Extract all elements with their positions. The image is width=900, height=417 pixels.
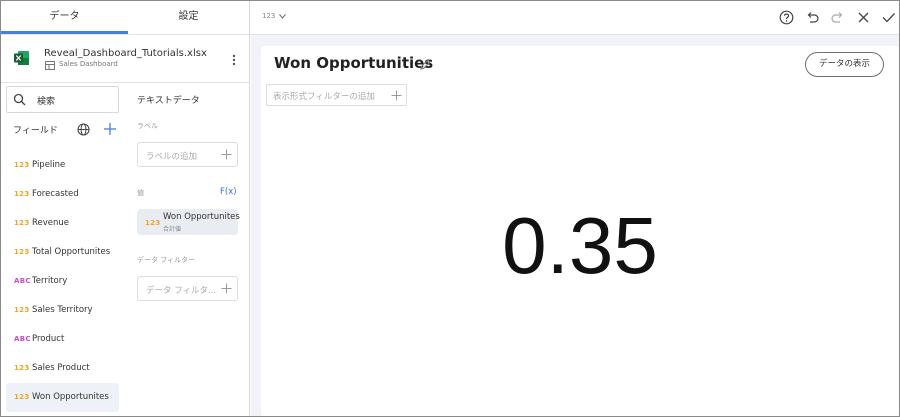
dashboard-name: Sales Dashboard: [59, 60, 118, 68]
dashboard-icon: [45, 61, 55, 70]
plus-icon: [221, 149, 232, 160]
chevron-down-icon: [278, 13, 286, 19]
field-label: Territory: [32, 276, 68, 286]
field-label: Total Opportunites: [32, 247, 111, 257]
check-icon[interactable]: [881, 10, 896, 25]
field-label: Revenue: [32, 218, 70, 228]
editor-sidebar: データ 設定 Reveal_Dashboard_Tutorials.xlsx S…: [1, 1, 250, 416]
plus-icon: [391, 90, 402, 101]
number-type-icon: 123: [14, 306, 30, 314]
field-label: Sales Product: [32, 363, 90, 373]
pencil-icon[interactable]: [419, 58, 432, 71]
add-field-icon[interactable]: [103, 122, 117, 136]
plus-icon: [221, 283, 232, 294]
help-icon[interactable]: [779, 10, 794, 25]
field-item-won-opportunites[interactable]: 123 Won Opportunites: [6, 383, 119, 412]
field-label: Product: [32, 334, 65, 344]
data-filter-placeholder: データ フィルタ...: [146, 286, 217, 296]
field-label: Sales Territory: [32, 305, 93, 315]
text-type-icon: ABC: [14, 335, 31, 343]
field-item-product[interactable]: ABC Product: [6, 325, 119, 354]
undo-icon[interactable]: [805, 10, 820, 25]
number-type-icon: 123: [14, 248, 30, 256]
number-type-icon: 123: [14, 219, 30, 227]
number-type-icon: 123: [145, 219, 161, 227]
value-field-chip[interactable]: 123 Won Opportunites 合計値: [137, 209, 240, 235]
file-name: Reveal_Dashboard_Tutorials.xlsx: [44, 48, 207, 59]
field-list: 123 Pipeline 123 Forecasted 123 Revenue …: [6, 151, 119, 412]
visual-filter-placeholder: 表示形式フィルターの追加: [273, 92, 375, 102]
sidebar-tabs: データ 設定: [1, 1, 249, 35]
label-dropzone[interactable]: ラベルの追加: [137, 142, 238, 167]
formula-button[interactable]: F(x): [220, 187, 237, 197]
field-item-sales-product[interactable]: 123 Sales Product: [6, 354, 119, 383]
add-visual-filter-button[interactable]: 表示形式フィルターの追加: [266, 84, 407, 106]
widget-preview: Won Opportunities データの表示 表示形式フィルターの追加 0.…: [261, 46, 899, 416]
filter-section-title: データ フィルター: [137, 256, 196, 264]
field-item-territory[interactable]: ABC Territory: [6, 267, 119, 296]
fields-heading: フィールド: [13, 126, 58, 136]
close-icon[interactable]: [856, 10, 871, 25]
field-item-forecasted[interactable]: 123 Forecasted: [6, 180, 119, 209]
field-label: Forecasted: [32, 189, 79, 199]
tab-settings[interactable]: 設定: [128, 1, 249, 35]
field-item-pipeline[interactable]: 123 Pipeline: [6, 151, 119, 180]
visualization-selector[interactable]: 123: [262, 12, 286, 20]
search-icon: [13, 93, 26, 106]
globe-icon[interactable]: [77, 123, 90, 136]
value-aggregation: 合計値: [163, 226, 182, 233]
kebab-icon[interactable]: [229, 53, 239, 67]
kpi-value: 0.35: [502, 201, 658, 290]
show-data-button[interactable]: データの表示: [805, 52, 884, 77]
number-type-icon: 123: [14, 161, 30, 169]
visualization-config: テキストデータ ラベル ラベルの追加 値 F(x) 123 Won Opport…: [137, 83, 249, 413]
field-label: Won Opportunites: [32, 392, 109, 402]
label-section-title: ラベル: [137, 122, 158, 130]
config-title: テキストデータ: [137, 96, 200, 106]
field-label: Pipeline: [32, 160, 66, 170]
excel-icon: [14, 51, 29, 65]
text-type-icon: ABC: [14, 277, 31, 285]
search-label: 検索: [37, 97, 56, 107]
number-type-icon: 123: [14, 190, 30, 198]
tab-data[interactable]: データ: [1, 1, 128, 35]
field-item-total-opportunites[interactable]: 123 Total Opportunites: [6, 238, 119, 267]
viz-selector-label: 123: [262, 12, 276, 20]
number-type-icon: 123: [14, 393, 30, 401]
field-item-sales-territory[interactable]: 123 Sales Territory: [6, 296, 119, 325]
editor-toolbar: 123: [251, 1, 899, 35]
value-section-title: 値: [137, 189, 144, 197]
label-placeholder: ラベルの追加: [146, 152, 198, 162]
data-filter-dropzone[interactable]: データ フィルタ...: [137, 276, 238, 301]
datasource-info: Reveal_Dashboard_Tutorials.xlsx Sales Da…: [1, 36, 249, 83]
number-type-icon: 123: [14, 364, 30, 372]
field-item-revenue[interactable]: 123 Revenue: [6, 209, 119, 238]
active-tab-indicator: [1, 31, 128, 34]
field-search-input[interactable]: 検索: [6, 86, 119, 113]
widget-editor: 123 Won Opportunities データの表示 表示形式フィルターの追…: [251, 1, 899, 416]
widget-title[interactable]: Won Opportunities: [274, 54, 433, 72]
app-window: データ 設定 Reveal_Dashboard_Tutorials.xlsx S…: [0, 0, 900, 417]
redo-icon[interactable]: [830, 10, 845, 25]
value-field-name: Won Opportunites: [163, 212, 240, 222]
